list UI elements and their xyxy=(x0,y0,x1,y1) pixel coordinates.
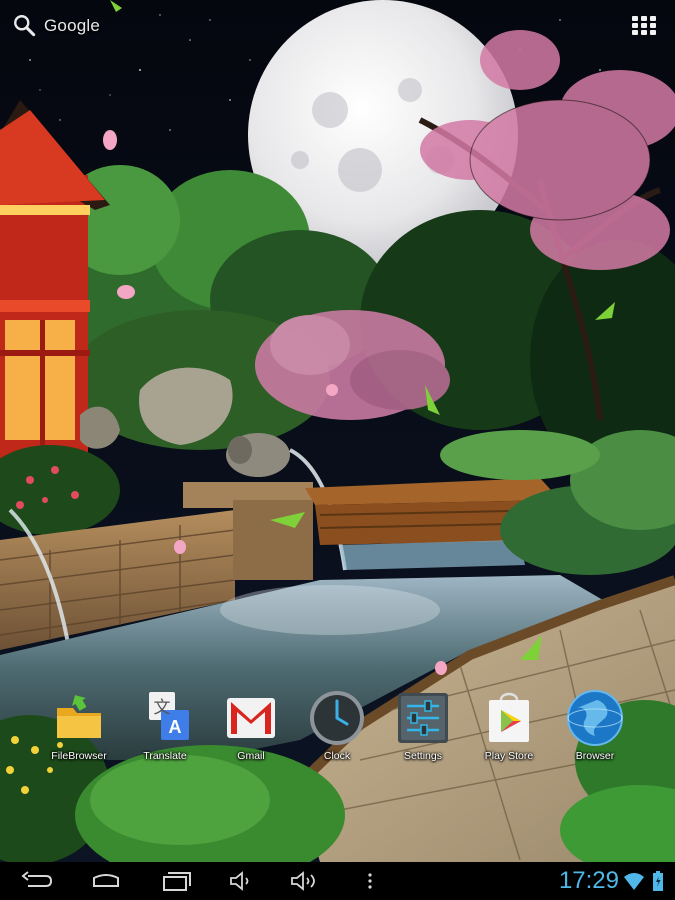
globe-icon xyxy=(567,690,623,746)
app-clock[interactable]: Clock xyxy=(294,688,380,768)
app-translate[interactable]: 文 A Translate xyxy=(122,688,208,768)
battery-icon xyxy=(653,871,663,891)
app-label: Play Store xyxy=(484,750,534,762)
back-icon[interactable] xyxy=(18,868,54,894)
search-label: Google xyxy=(44,16,101,35)
svg-text:A: A xyxy=(169,717,182,737)
app-label: Gmail xyxy=(237,750,265,762)
svg-text:文: 文 xyxy=(154,698,171,718)
recents-icon[interactable] xyxy=(158,868,194,894)
volume-down-icon[interactable] xyxy=(224,868,260,894)
volume-up-icon[interactable] xyxy=(287,868,323,894)
wifi-icon xyxy=(624,873,644,890)
translate-icon: 文 A xyxy=(149,692,189,740)
system-nav-bar: 17:29 xyxy=(0,862,675,900)
search-icon xyxy=(14,15,36,37)
settings-icon xyxy=(398,693,448,743)
app-label: Settings xyxy=(404,750,442,762)
gmail-icon xyxy=(227,698,275,738)
home-icon[interactable] xyxy=(88,868,124,894)
play-store-icon xyxy=(489,692,529,742)
home-screen: Google FileBrowser 文 A Translate Gmail C… xyxy=(0,0,675,900)
folder-icon xyxy=(57,695,101,738)
apps-grid-icon xyxy=(632,15,638,21)
app-settings[interactable]: Settings xyxy=(380,688,466,768)
app-label: Clock xyxy=(323,750,351,762)
app-browser[interactable]: Browser xyxy=(552,688,638,768)
all-apps-button[interactable] xyxy=(631,14,657,36)
app-dock: FileBrowser 文 A Translate Gmail Clock Se… xyxy=(0,688,675,768)
menu-icon[interactable] xyxy=(352,868,388,894)
app-gmail[interactable]: Gmail xyxy=(208,688,294,768)
app-label: Browser xyxy=(575,750,615,762)
google-search-bar[interactable]: Google xyxy=(12,12,100,40)
app-label: Translate xyxy=(143,750,187,762)
app-play-store[interactable]: Play Store xyxy=(466,688,552,768)
status-time[interactable]: 17:29 xyxy=(559,866,619,896)
app-label: FileBrowser xyxy=(51,750,107,762)
clock-icon xyxy=(310,691,364,745)
app-filebrowser[interactable]: FileBrowser xyxy=(36,688,122,768)
